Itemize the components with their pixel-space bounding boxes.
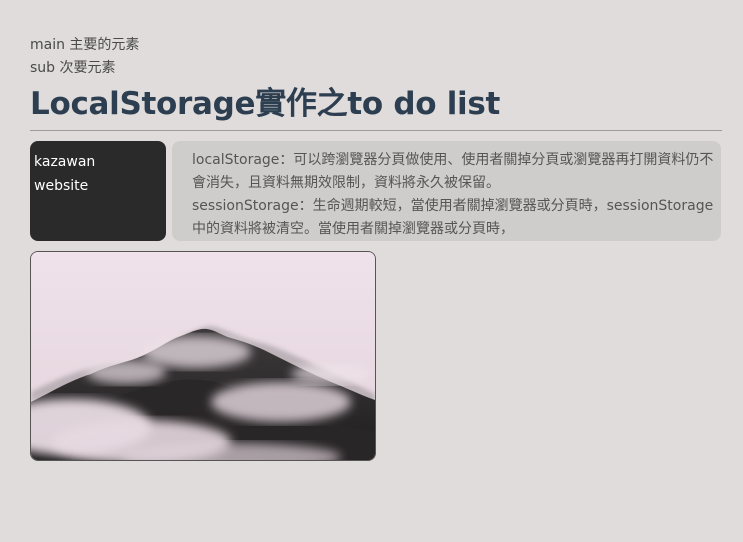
sidebar: kazawan website: [30, 141, 166, 241]
page-title: LocalStorage實作之to do list: [30, 86, 501, 122]
misty-mountain-picture: [31, 252, 375, 460]
page-header: main 主要的元素 sub 次要元素 LocalStorage實作之to do…: [30, 34, 722, 124]
mountain-image: [30, 251, 376, 461]
sub-line: sub 次要元素: [30, 60, 116, 76]
divider: [30, 130, 722, 131]
content-box: localStorage：可以跨瀏覽器分頁做使用、使用者關掉分頁或瀏覽器再打開資…: [172, 141, 721, 241]
paragraph-sessionstorage: sessionStorage：生命週期較短，當使用者關掉瀏覽器或分頁時，sess…: [192, 198, 714, 237]
sidebar-item-kazawan[interactable]: kazawan: [34, 150, 162, 174]
main-line: main 主要的元素: [30, 37, 140, 53]
paragraph-localstorage: localStorage：可以跨瀏覽器分頁做使用、使用者關掉分頁或瀏覽器再打開資…: [192, 152, 714, 191]
sidebar-item-website[interactable]: website: [34, 174, 162, 198]
